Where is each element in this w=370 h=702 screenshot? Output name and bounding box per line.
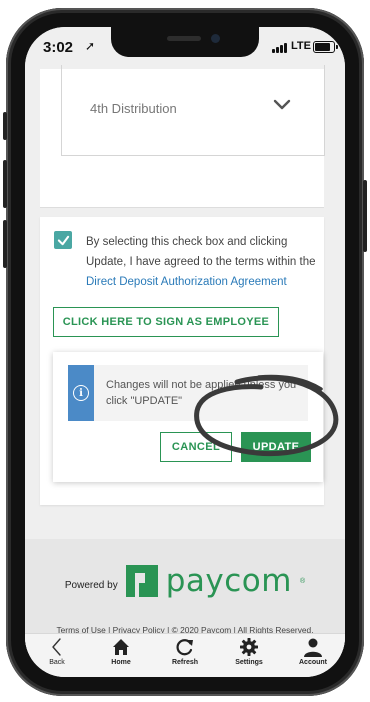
cancel-button[interactable]: CANCEL bbox=[160, 432, 232, 462]
tab-refresh-label: Refresh bbox=[171, 659, 199, 666]
tab-bar: Back Home Refresh Settings Account bbox=[25, 633, 345, 677]
battery-icon bbox=[313, 41, 338, 53]
mute-switch bbox=[3, 112, 7, 140]
status-time: 3:02 bbox=[43, 39, 74, 56]
tab-account[interactable]: Account bbox=[281, 634, 345, 677]
front-camera bbox=[211, 34, 220, 43]
agreement-card: By selecting this check box and clicking… bbox=[40, 217, 324, 505]
powered-by-row: Powered by paycom ® bbox=[25, 563, 345, 599]
phone-frame: 3:02 ➚ LTE 4th Distribution By selecting… bbox=[6, 8, 364, 696]
update-panel: i Changes will not be applied unless you… bbox=[53, 352, 323, 482]
gear-icon bbox=[240, 638, 258, 656]
sign-as-employee-button[interactable]: CLICK HERE TO SIGN AS EMPLOYEE bbox=[53, 307, 279, 337]
network-type: LTE bbox=[291, 40, 311, 52]
tab-settings[interactable]: Settings bbox=[217, 634, 281, 677]
distribution-dropdown[interactable]: 4th Distribution bbox=[61, 65, 325, 156]
location-arrow-icon: ➚ bbox=[85, 39, 96, 53]
info-bar: i bbox=[68, 365, 94, 421]
agreement-text: By selecting this check box and clicking… bbox=[86, 232, 316, 292]
volume-up-button bbox=[3, 160, 7, 208]
agreement-link[interactable]: Direct Deposit Authorization Agreement bbox=[86, 276, 287, 288]
user-icon bbox=[304, 638, 322, 657]
paycom-logo-wordmark: paycom bbox=[165, 563, 292, 599]
distribution-label: 4th Distribution bbox=[90, 101, 177, 116]
checkmark-icon bbox=[57, 235, 69, 245]
paycom-logo-icon bbox=[125, 565, 158, 597]
refresh-icon bbox=[176, 639, 193, 656]
tab-back[interactable]: Back bbox=[25, 634, 89, 677]
tab-home[interactable]: Home bbox=[89, 634, 153, 677]
info-icon: i bbox=[73, 385, 89, 401]
volume-down-button bbox=[3, 220, 7, 268]
powered-by-text: Powered by bbox=[64, 579, 118, 591]
tab-home-label: Home bbox=[111, 659, 131, 666]
home-icon bbox=[113, 639, 129, 655]
info-notice: i Changes will not be applied unless you… bbox=[68, 365, 308, 421]
notice-message: Changes will not be applied unless you c… bbox=[106, 379, 297, 407]
chevron-left-icon bbox=[52, 638, 61, 656]
signal-icon bbox=[272, 42, 287, 53]
speaker-grille bbox=[167, 36, 201, 41]
registered-mark-icon: ® bbox=[299, 577, 306, 585]
agreement-statement: By selecting this check box and clicking… bbox=[86, 236, 316, 268]
tab-back-label: Back bbox=[49, 659, 65, 666]
distribution-card: 4th Distribution bbox=[40, 65, 325, 208]
power-button bbox=[363, 180, 367, 252]
tab-settings-label: Settings bbox=[235, 659, 263, 666]
notch bbox=[111, 27, 259, 57]
tab-account-label: Account bbox=[299, 659, 327, 666]
update-button[interactable]: UPDATE bbox=[241, 432, 311, 462]
agreement-checkbox[interactable] bbox=[54, 231, 72, 249]
screen: 3:02 ➚ LTE 4th Distribution By selecting… bbox=[25, 27, 345, 677]
tab-refresh[interactable]: Refresh bbox=[153, 634, 217, 677]
chevron-down-icon bbox=[273, 99, 291, 110]
